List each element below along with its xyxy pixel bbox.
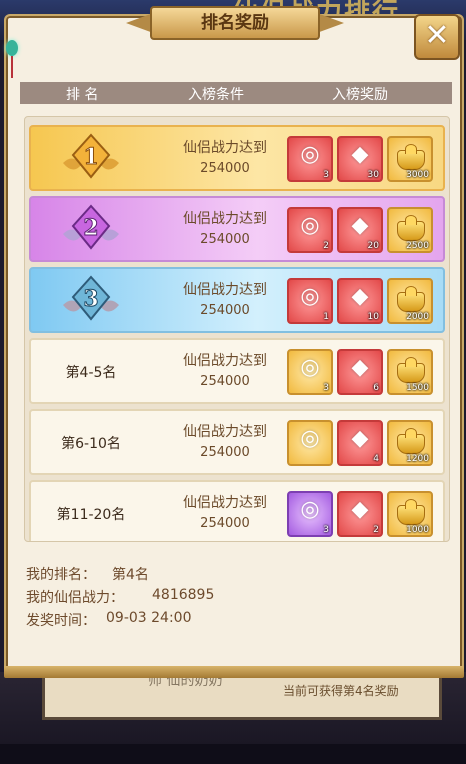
rank-label: 第4-5名 bbox=[65, 365, 117, 381]
reward-item-gold[interactable]: 2000 bbox=[387, 278, 433, 324]
crystal-icon: ◆ bbox=[351, 355, 369, 380]
crystal-icon: ◆ bbox=[351, 426, 369, 451]
rank-row-11-20: 第11-20名 仙侣战力达到 254000 ◎ 3 ◆ 2 1000 bbox=[29, 480, 445, 541]
rank-3-medal-icon: 3 bbox=[63, 275, 119, 321]
reward-item-crystal[interactable]: ◆ 4 bbox=[337, 420, 383, 466]
row-condition: 仙侣战力达到 bbox=[183, 211, 267, 227]
reward-count: 1 bbox=[323, 312, 329, 322]
reward-count: 2 bbox=[373, 525, 379, 535]
reward-item-gold[interactable]: 1000 bbox=[387, 491, 433, 537]
row-threshold: 254000 bbox=[200, 516, 250, 531]
reward-count: 6 bbox=[373, 383, 379, 393]
reward-count: 2 bbox=[323, 241, 329, 251]
rank-row-4-5: 第4-5名 仙侣战力达到 254000 ◎ 3 ◆ 6 1500 bbox=[29, 338, 445, 404]
reward-item-ring[interactable]: ◎ 3 bbox=[287, 136, 333, 182]
reward-item-crystal[interactable]: ◆ 6 bbox=[337, 349, 383, 395]
row-threshold: 254000 bbox=[200, 445, 250, 460]
ring-icon: ◎ bbox=[300, 142, 320, 167]
crystal-icon: ◆ bbox=[351, 284, 369, 309]
rank-2-medal-icon: 2 bbox=[63, 204, 119, 250]
rank-1-numeral: 1 bbox=[83, 144, 98, 170]
reward-count: 3 bbox=[323, 383, 329, 393]
crystal-icon: ◆ bbox=[351, 142, 369, 167]
rank-label: 第6-10名 bbox=[61, 436, 121, 452]
reward-item-crystal[interactable]: ◆ 10 bbox=[337, 278, 383, 324]
ring-icon: ◎ bbox=[300, 355, 320, 380]
row-condition: 仙侣战力达到 bbox=[183, 495, 267, 511]
reward-item-gold[interactable]: 3000 bbox=[387, 136, 433, 182]
crystal-icon: ◆ bbox=[351, 497, 369, 522]
reward-count: 1200 bbox=[406, 454, 429, 464]
row-condition: 仙侣战力达到 bbox=[183, 353, 267, 369]
gold-ingot-icon bbox=[397, 428, 425, 454]
close-x-icon: ✕ bbox=[424, 18, 450, 53]
row-condition: 仙侣战力达到 bbox=[183, 282, 267, 298]
background-card-note: 当前可获得第4名奖励 bbox=[283, 684, 399, 698]
reward-item-gold[interactable]: 1200 bbox=[387, 420, 433, 466]
gold-ingot-icon bbox=[397, 499, 425, 525]
background-bottom-bar bbox=[0, 744, 466, 764]
reward-count: 3 bbox=[323, 170, 329, 180]
reward-count: 2500 bbox=[406, 241, 429, 251]
ornament-cord bbox=[11, 56, 13, 78]
rank-3-numeral: 3 bbox=[83, 286, 98, 312]
reward-count: 20 bbox=[367, 241, 379, 251]
dialog-title: 排名奖励 bbox=[150, 6, 320, 40]
jade-ornament-icon bbox=[6, 40, 18, 56]
award-time-label: 发奖时间： bbox=[26, 613, 96, 629]
rank-row-2: 2 仙侣战力达到 254000 ◎ 2 ◆ 20 2500 bbox=[29, 196, 445, 262]
close-button[interactable]: ✕ bbox=[414, 14, 460, 60]
award-time-value: 09-03 24:00 bbox=[106, 610, 192, 626]
rank-2-numeral: 2 bbox=[83, 215, 98, 241]
reward-count: 3 bbox=[323, 525, 329, 535]
rank-row-3: 3 仙侣战力达到 254000 ◎ 1 ◆ 10 2000 bbox=[29, 267, 445, 333]
reward-item-gold[interactable]: 2500 bbox=[387, 207, 433, 253]
reward-count: 30 bbox=[367, 170, 379, 180]
reward-count: 3000 bbox=[406, 170, 429, 180]
row-threshold: 254000 bbox=[200, 232, 250, 247]
my-power-value: 4816895 bbox=[152, 587, 215, 603]
ring-icon: ◎ bbox=[300, 213, 320, 238]
gold-ingot-icon bbox=[397, 357, 425, 383]
reward-count: 1000 bbox=[406, 525, 429, 535]
reward-item-ring[interactable]: ◎ 1 bbox=[287, 278, 333, 324]
reward-item-ring[interactable]: ◎ 3 bbox=[287, 491, 333, 537]
gold-ingot-icon bbox=[397, 215, 425, 241]
row-threshold: 254000 bbox=[200, 303, 250, 318]
reward-item-ring[interactable]: ◎ 2 bbox=[287, 207, 333, 253]
rank-1-medal-icon: 1 bbox=[63, 133, 119, 179]
header-rank: 排 名 bbox=[66, 87, 99, 103]
row-threshold: 254000 bbox=[200, 374, 250, 389]
header-reward: 入榜奖励 bbox=[332, 87, 388, 103]
gold-ingot-icon bbox=[397, 286, 425, 312]
reward-count: 4 bbox=[373, 454, 379, 464]
reward-item-ring[interactable]: ◎ 3 bbox=[287, 349, 333, 395]
reward-count: 1500 bbox=[406, 383, 429, 393]
header-condition: 入榜条件 bbox=[188, 87, 244, 103]
my-rank-value: 第4名 bbox=[112, 567, 149, 583]
row-threshold: 254000 bbox=[200, 161, 250, 176]
reward-item-crystal[interactable]: ◆ 2 bbox=[337, 491, 383, 537]
reward-list[interactable]: 1 仙侣战力达到 254000 ◎ 3 ◆ 30 3000 2 仙侣战力达到 254… bbox=[24, 116, 450, 542]
reward-count: 10 bbox=[367, 312, 379, 322]
dialog-bottom-frame bbox=[4, 666, 464, 678]
rank-row-6-10: 第6-10名 仙侣战力达到 254000 ◎ ◆ 4 1200 bbox=[29, 409, 445, 475]
row-condition: 仙侣战力达到 bbox=[183, 140, 267, 156]
crystal-icon: ◆ bbox=[351, 213, 369, 238]
my-rank-label: 我的排名： bbox=[26, 567, 96, 583]
reward-item-crystal[interactable]: ◆ 20 bbox=[337, 207, 383, 253]
ring-icon: ◎ bbox=[300, 426, 320, 451]
ring-icon: ◎ bbox=[300, 284, 320, 309]
reward-count: 2000 bbox=[406, 312, 429, 322]
my-power-label: 我的仙侣战力： bbox=[26, 590, 124, 606]
reward-item-gold[interactable]: 1500 bbox=[387, 349, 433, 395]
rank-label: 第11-20名 bbox=[56, 507, 126, 523]
ring-icon: ◎ bbox=[300, 497, 320, 522]
reward-item-ring[interactable]: ◎ bbox=[287, 420, 333, 466]
gold-ingot-icon bbox=[397, 144, 425, 170]
table-header: 排 名 入榜条件 入榜奖励 bbox=[20, 82, 452, 104]
rank-row-1: 1 仙侣战力达到 254000 ◎ 3 ◆ 30 3000 bbox=[29, 125, 445, 191]
row-condition: 仙侣战力达到 bbox=[183, 424, 267, 440]
reward-item-crystal[interactable]: ◆ 30 bbox=[337, 136, 383, 182]
